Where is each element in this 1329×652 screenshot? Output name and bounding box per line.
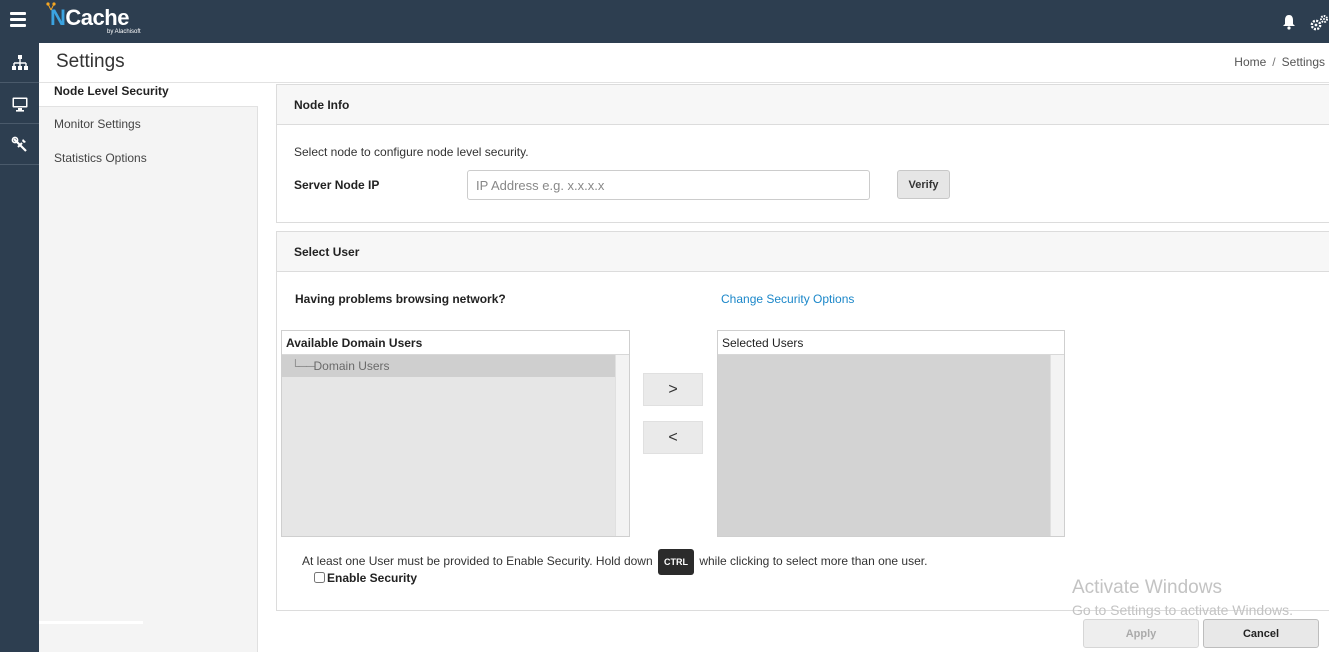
- select-user-card: Select User Having problems browsing net…: [276, 231, 1329, 611]
- hint-text-after: while clicking to select more than one u…: [699, 554, 928, 569]
- available-domain-users-list[interactable]: Available Domain Users └──Domain Users: [281, 330, 630, 537]
- gears-icon[interactable]: [1310, 14, 1329, 32]
- enable-security-option[interactable]: Enable Security: [314, 571, 417, 585]
- chevron-right-icon: >: [668, 380, 678, 398]
- browsing-problem-text: Having problems browsing network?: [295, 292, 506, 306]
- select-user-header: Select User: [277, 232, 1329, 272]
- hint-text-before: At least one User must be provided to En…: [302, 554, 653, 569]
- page-header: Settings Home / Settings: [39, 43, 1329, 83]
- main-content: Node Info Select node to configure node …: [258, 83, 1329, 652]
- available-users-body: └──Domain Users: [282, 355, 615, 536]
- logo-subtitle: by Alachisoft: [107, 29, 141, 35]
- cancel-button[interactable]: Cancel: [1203, 619, 1319, 648]
- available-users-scrollbar[interactable]: [615, 355, 629, 536]
- bell-icon[interactable]: [1282, 14, 1296, 30]
- activate-windows-subtitle: Go to Settings to activate Windows.: [1072, 602, 1293, 618]
- sidebar-item-statistics-options[interactable]: Statistics Options: [39, 150, 258, 182]
- page-title: Settings: [56, 51, 125, 72]
- server-node-ip-label: Server Node IP: [294, 178, 380, 192]
- selected-users-body: [718, 355, 1050, 536]
- settings-sidebar: Node Level Security Monitor Settings Sta…: [39, 83, 258, 652]
- sidebar-item-node-level-security[interactable]: Node Level Security: [39, 83, 258, 107]
- breadcrumb-settings: Settings: [1281, 55, 1325, 69]
- selected-users-scrollbar[interactable]: [1050, 355, 1064, 536]
- tools-icon: [11, 136, 27, 152]
- available-users-title: Available Domain Users: [282, 331, 629, 355]
- activate-windows-title: Activate Windows: [1072, 577, 1222, 598]
- sidebar-footer-bar: [39, 621, 143, 624]
- enable-security-checkbox[interactable]: [314, 572, 325, 583]
- verify-button[interactable]: Verify: [897, 170, 950, 199]
- change-security-options-link[interactable]: Change Security Options: [721, 292, 854, 306]
- node-info-instruction: Select node to configure node level secu…: [294, 145, 529, 159]
- server-node-ip-input[interactable]: [467, 170, 870, 200]
- ctrl-key-badge: CTRL: [657, 549, 694, 575]
- rail-item-topology[interactable]: [0, 43, 39, 83]
- tree-node-label: Domain Users: [313, 359, 390, 373]
- selected-users-title: Selected Users: [718, 331, 1064, 355]
- monitor-icon: [12, 97, 27, 112]
- icon-rail: [0, 43, 39, 652]
- logo-text: NCache: [50, 5, 129, 30]
- rail-item-tools[interactable]: [0, 125, 39, 165]
- chevron-left-icon: <: [668, 428, 678, 446]
- breadcrumb-home[interactable]: Home: [1234, 55, 1266, 69]
- enable-security-label: Enable Security: [327, 571, 418, 585]
- sidebar-item-monitor-settings[interactable]: Monitor Settings: [39, 116, 258, 148]
- apply-button[interactable]: Apply: [1083, 619, 1199, 648]
- remove-user-button[interactable]: <: [643, 421, 703, 454]
- breadcrumb-separator: /: [1272, 55, 1276, 69]
- hamburger-menu-icon[interactable]: [10, 12, 26, 28]
- selected-users-list[interactable]: Selected Users: [717, 330, 1065, 537]
- tree-node-domain-users[interactable]: └──Domain Users: [282, 355, 615, 377]
- add-user-button[interactable]: >: [643, 373, 703, 406]
- node-info-header: Node Info: [277, 85, 1329, 125]
- rail-item-monitor[interactable]: [0, 84, 39, 124]
- tree-connector: └──: [291, 359, 314, 373]
- node-info-card: Node Info Select node to configure node …: [276, 84, 1329, 223]
- breadcrumb: Home / Settings: [1234, 55, 1325, 69]
- top-bar: NCache by Alachisoft: [0, 0, 1329, 43]
- topology-icon: [11, 54, 28, 70]
